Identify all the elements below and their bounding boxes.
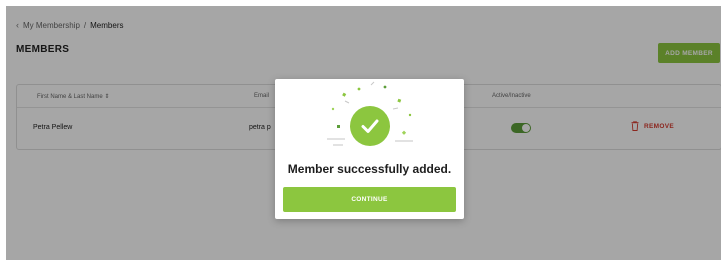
members-screen: ‹ My Membership / Members MEMBERS ADD ME… xyxy=(6,6,721,260)
success-message: Member successfully added. xyxy=(287,162,452,176)
success-check xyxy=(350,106,390,146)
success-modal: Member successfully added. CONTINUE xyxy=(275,79,464,219)
confetti-illustration xyxy=(275,79,464,157)
continue-button[interactable]: CONTINUE xyxy=(283,187,456,212)
checkmark-icon xyxy=(361,119,379,133)
